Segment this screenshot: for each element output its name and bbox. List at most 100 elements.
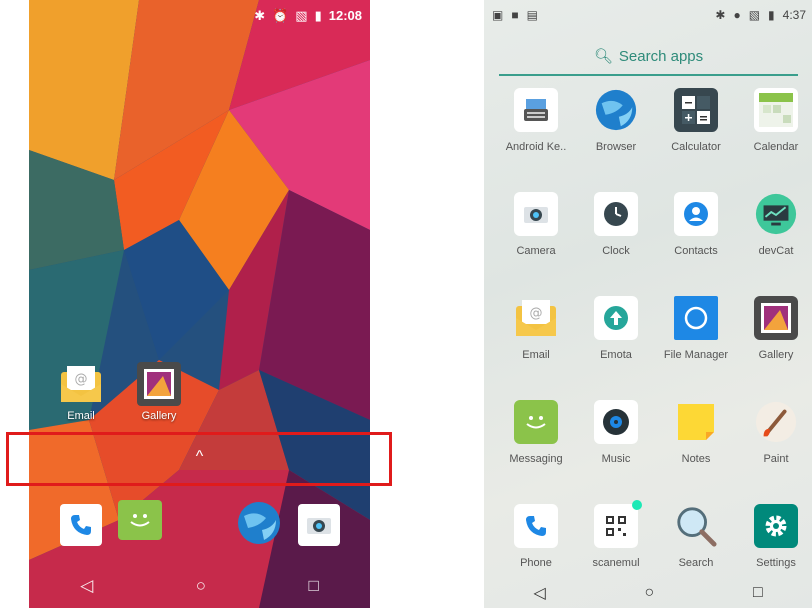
app-label: Notes — [681, 453, 711, 465]
app-label: Settings — [756, 557, 796, 569]
app-label: Camera — [516, 245, 556, 257]
app-label: Phone — [520, 557, 552, 569]
calculator-icon — [674, 88, 718, 132]
email-icon: @ — [59, 362, 103, 406]
email-icon: @ — [514, 296, 558, 340]
dock-messaging[interactable] — [118, 500, 162, 542]
clock-icon — [594, 192, 638, 236]
browser-icon — [594, 88, 638, 132]
gear-icon — [754, 504, 798, 548]
back-button[interactable]: ◁ — [80, 576, 93, 596]
home-button[interactable]: ○ — [644, 584, 654, 602]
gallery-icon — [754, 296, 798, 340]
paint-icon — [754, 400, 798, 444]
search-icon — [674, 504, 718, 548]
recents-button[interactable]: □ — [753, 584, 763, 602]
app-label: Gallery — [758, 349, 794, 361]
no-sim-icon: ▧ — [295, 7, 308, 23]
navigation-bar: ◁ ○ □ — [29, 564, 370, 608]
navigation-bar: ◁ ○ □ — [484, 578, 812, 608]
app-email[interactable]: @ Email — [496, 296, 576, 374]
messaging-icon — [118, 500, 162, 540]
app-music[interactable]: Music — [576, 400, 656, 478]
app-calendar[interactable]: Calendar — [736, 88, 812, 166]
status-bar: ▣ ■ ▤ ✱ ● ▧ ▮ 4:37 — [484, 0, 812, 30]
dnd-icon: ● — [733, 8, 741, 22]
gallery-icon — [137, 362, 181, 406]
app-contacts[interactable]: Contacts — [656, 192, 736, 270]
contacts-icon — [674, 192, 718, 236]
camera-icon — [298, 504, 340, 546]
stop-icon: ■ — [511, 8, 519, 22]
home-gallery-shortcut[interactable]: Gallery — [134, 362, 184, 422]
sd-card-icon: ▤ — [526, 8, 538, 22]
qr-code-icon — [594, 500, 642, 548]
status-time: 4:37 — [782, 8, 806, 22]
messaging-icon — [514, 400, 558, 444]
devcat-icon — [754, 192, 798, 236]
calendar-icon — [754, 88, 798, 132]
home-icon-label: Gallery — [141, 410, 177, 422]
app-search[interactable]: Search — [656, 504, 736, 582]
camera-icon — [514, 192, 558, 236]
battery-icon: ▮ — [314, 7, 322, 23]
app-camera[interactable]: Camera — [496, 192, 576, 270]
status-bar: ✱ ⏰ ▧ ▮ 12:08 — [29, 0, 370, 30]
app-clock[interactable]: Clock — [576, 192, 656, 270]
home-email-shortcut[interactable]: @ Email — [56, 362, 106, 422]
home-icon-label: Email — [67, 410, 95, 422]
app-label: Email — [522, 349, 550, 361]
app-paint[interactable]: Paint — [736, 400, 812, 478]
search-icon: 🔍︎ — [593, 48, 613, 65]
notes-icon — [674, 400, 718, 444]
dock-phone[interactable] — [60, 504, 102, 546]
app-label: Paint — [763, 453, 789, 465]
home-button[interactable]: ○ — [196, 576, 206, 596]
keyboard-icon — [514, 88, 558, 132]
search-apps-bar[interactable]: 🔍︎ Search apps — [499, 38, 798, 76]
bluetooth-icon: ✱ — [254, 7, 266, 23]
app-calculator[interactable]: Calculator — [656, 88, 736, 166]
phone-icon — [514, 504, 558, 548]
app-label: Search — [678, 557, 714, 569]
app-label: Calculator — [671, 141, 721, 153]
app-drawer: ▣ ■ ▤ ✱ ● ▧ ▮ 4:37 🔍︎ Search apps Androi… — [484, 0, 812, 608]
status-time: 12:08 — [328, 7, 362, 23]
app-label: File Manager — [663, 349, 729, 361]
app-notes[interactable]: Notes — [656, 400, 736, 478]
app-drawer-handle[interactable]: ^ — [29, 448, 370, 466]
notification-dot — [632, 500, 642, 510]
app-devcat[interactable]: devCat — [736, 192, 812, 270]
no-sim-icon: ▧ — [748, 8, 761, 22]
recents-button[interactable]: □ — [308, 576, 318, 596]
file-manager-icon — [674, 296, 718, 340]
app-scanemul[interactable]: scanemul — [576, 500, 656, 582]
dock-browser[interactable] — [236, 500, 280, 544]
back-button[interactable]: ◁ — [533, 583, 545, 603]
app-label: Clock — [602, 245, 630, 257]
app-label: Calendar — [753, 141, 799, 153]
app-messaging[interactable]: Messaging — [496, 400, 576, 478]
browser-icon — [236, 500, 280, 551]
battery-icon: ▮ — [768, 8, 775, 22]
bluetooth-icon: ✱ — [715, 8, 726, 22]
app-label: devCat — [758, 245, 794, 257]
app-label: Music — [601, 453, 631, 465]
search-placeholder: Search apps — [618, 47, 704, 65]
app-label: Browser — [595, 141, 637, 153]
svg-text:@: @ — [75, 372, 88, 387]
app-browser[interactable]: Browser — [576, 88, 656, 166]
app-settings[interactable]: Settings — [736, 504, 812, 582]
image-notification-icon: ▣ — [492, 8, 504, 22]
app-file-manager[interactable]: File Manager — [656, 296, 736, 374]
alarm-icon: ⏰ — [272, 7, 289, 23]
app-emota[interactable]: Emota — [576, 296, 656, 374]
app-grid: Android Ke.. Browser Calculator Calendar — [484, 88, 812, 582]
dock-camera[interactable] — [298, 504, 340, 546]
app-android-keyboard[interactable]: Android Ke.. — [496, 88, 576, 166]
home-screen: ✱ ⏰ ▧ ▮ 12:08 @ Email Gallery ^ ◁ ○ □ — [29, 0, 370, 608]
music-icon — [594, 400, 638, 444]
app-gallery[interactable]: Gallery — [736, 296, 812, 374]
app-label: scanemul — [592, 557, 640, 569]
app-phone[interactable]: Phone — [496, 504, 576, 582]
